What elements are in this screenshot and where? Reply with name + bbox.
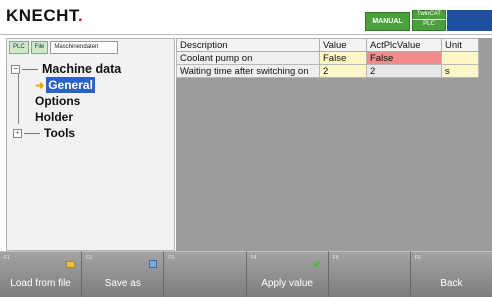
top-bar: KNECHT. MANUAL TwinCAT PLC <box>0 0 492 35</box>
twincat-status: TwinCAT PLC <box>412 10 446 31</box>
filter-chips: PLC File Maschinendaten <box>9 41 119 54</box>
knecht-logo: KNECHT. <box>6 6 84 25</box>
tree: − Machine data ➜ General Options Holder + T… <box>11 61 121 141</box>
tree-node-options[interactable]: Options <box>11 93 121 109</box>
fkey-label: Load from file <box>10 278 71 289</box>
table-row[interactable]: Waiting time after switching on 2 2 s <box>176 64 479 78</box>
cell-unit: s <box>441 64 479 78</box>
divider <box>0 34 492 35</box>
fkey-number: F3 <box>168 255 175 261</box>
tree-node-label: Options <box>35 94 81 108</box>
f5-button[interactable]: F5 <box>328 251 411 297</box>
fkey-label: Apply value <box>261 278 313 289</box>
cell-description: Coolant pump on <box>176 51 320 65</box>
tree-node-general[interactable]: ➜ General <box>11 77 121 93</box>
chip-path: Maschinendaten <box>50 41 119 54</box>
cell-unit <box>441 51 479 65</box>
col-value: Value <box>319 38 367 52</box>
f2-save-as-button[interactable]: F2 Save as <box>82 251 165 297</box>
fkey-number: F2 <box>86 255 93 261</box>
parameter-table: Description Value ActPlcValue Unit Coola… <box>176 38 479 78</box>
disk-icon <box>149 260 158 268</box>
chip-plc[interactable]: PLC <box>9 41 29 54</box>
fkey-label: Save as <box>104 278 141 289</box>
folder-icon <box>66 261 76 268</box>
table-row[interactable]: Coolant pump on False False <box>176 51 479 65</box>
cell-actplcvalue: 2 <box>366 64 442 78</box>
tree-node-label: Machine data <box>42 62 122 76</box>
parameter-panel: Description Value ActPlcValue Unit Coola… <box>176 38 492 251</box>
tree-connector <box>22 69 38 71</box>
tree-node-label: Holder <box>35 110 74 124</box>
check-icon: ✔ <box>312 259 322 271</box>
arrow-right-icon: ➜ <box>35 80 45 92</box>
collapse-icon[interactable]: − <box>11 65 20 75</box>
tree-connector <box>24 133 40 135</box>
f3-button[interactable]: F3 <box>164 251 247 297</box>
tree-node-label: General <box>46 77 95 93</box>
col-actplcvalue: ActPlcValue <box>366 38 442 52</box>
f6-back-button[interactable]: F6 Back <box>410 251 492 297</box>
fkey-number: F6 <box>414 255 421 261</box>
cell-value[interactable]: False <box>319 51 367 65</box>
chip-file[interactable]: File <box>30 41 49 54</box>
cell-value[interactable]: 2 <box>319 64 367 78</box>
col-unit: Unit <box>441 38 479 52</box>
f4-apply-value-button[interactable]: F4 ✔ Apply value <box>246 251 329 297</box>
header-accent-block <box>447 10 492 31</box>
tree-node-holder[interactable]: Holder <box>11 109 121 125</box>
table-header-row: Description Value ActPlcValue Unit <box>176 38 479 52</box>
tree-node-machine-data[interactable]: − Machine data <box>11 61 121 77</box>
tree-node-tools[interactable]: + Tools <box>11 125 121 141</box>
expand-icon[interactable]: + <box>13 129 22 139</box>
mode-badge: MANUAL <box>365 12 410 31</box>
f1-load-from-file-button[interactable]: F1 Load from file <box>0 251 83 297</box>
col-description: Description <box>176 38 320 52</box>
fkey-number: F1 <box>4 255 10 261</box>
machine-data-tree-panel: PLC File Maschinendaten − Machine data ➜ G… <box>6 38 175 251</box>
plc-label: PLC <box>412 19 446 29</box>
cell-actplcvalue: False <box>366 51 442 65</box>
fkey-label: Back <box>440 278 463 289</box>
fkey-number: F5 <box>332 255 339 261</box>
tree-node-label: Tools <box>44 126 76 140</box>
fkey-number: F4 <box>250 255 257 261</box>
function-key-bar: F1 Load from file F2 Save as F3 F4 ✔ App… <box>0 251 492 297</box>
cell-description: Waiting time after switching on <box>176 64 320 78</box>
twincat-label: TwinCAT <box>417 11 441 17</box>
